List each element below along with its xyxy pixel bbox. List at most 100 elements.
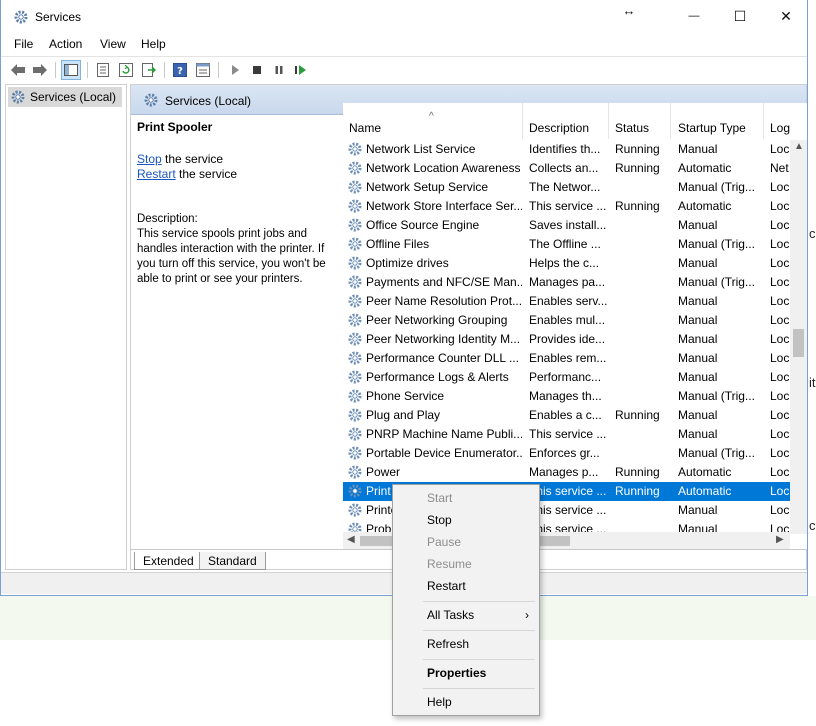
table-row[interactable]: Network List Service Identifies th... Runn… (343, 140, 790, 159)
services-gear-icon (144, 93, 158, 107)
tree-item-services-local[interactable]: Services (Local) (8, 87, 122, 107)
minimize-button[interactable]: — (671, 0, 717, 32)
context-menu-refresh[interactable]: Refresh (393, 633, 539, 655)
start-icon[interactable] (225, 60, 245, 80)
service-description: Collects an... (529, 161, 599, 175)
table-row[interactable]: Peer Networking Grouping Enables mul... Ma… (343, 311, 790, 330)
table-row[interactable]: Network Setup Service The Networ... Manual… (343, 178, 790, 197)
show-tree-icon[interactable] (61, 60, 81, 80)
column-header-log-on-as[interactable]: Log (765, 103, 791, 139)
context-menu-all-tasks[interactable]: All Tasks › (393, 604, 539, 626)
service-description: This service ... (529, 427, 607, 441)
menu-bar: File Action View Help (1, 34, 807, 54)
context-menu-stop[interactable]: Stop (393, 509, 539, 531)
service-description: Manages th... (529, 389, 602, 403)
context-menu-separator (423, 630, 535, 631)
context-menu-properties[interactable]: Properties (393, 662, 539, 684)
scroll-right-icon[interactable]: ▶ (776, 534, 784, 545)
table-row[interactable]: Offline Files The Offline ... Manual (Trig… (343, 235, 790, 254)
context-menu-pause[interactable]: Pause (393, 531, 539, 553)
vertical-scroll-thumb[interactable] (793, 329, 804, 357)
service-log-on-as: Loc (770, 427, 790, 441)
service-log-on-as: Loc (770, 446, 790, 460)
table-row[interactable]: Optimize drives Helps the c... Manual Loc (343, 254, 790, 273)
toolbar-separator (55, 62, 56, 78)
menu-file[interactable]: File (14, 37, 33, 51)
vertical-scrollbar[interactable]: ▲ (790, 140, 807, 534)
toolbar-separator (164, 62, 165, 78)
menu-help[interactable]: Help (141, 37, 166, 51)
table-row[interactable]: Network Location Awareness Collects an...… (343, 159, 790, 178)
service-name: Power (366, 465, 401, 479)
services-list: ^ Name Description Status Startup Type L… (343, 103, 807, 549)
service-description: Manages pa... (529, 275, 606, 289)
properties-icon[interactable] (93, 60, 113, 80)
service-log-on-as: Loc (770, 332, 790, 346)
service-log-on-as: Loc (770, 294, 790, 308)
service-log-on-as: Loc (770, 237, 790, 251)
service-startup-type: Manual (678, 370, 718, 384)
refresh-icon[interactable] (116, 60, 136, 80)
service-description: Provides ide... (529, 332, 606, 346)
table-row[interactable]: Peer Name Resolution Prot... Enables serv… (343, 292, 790, 311)
menu-action[interactable]: Action (49, 37, 82, 51)
back-arrow-icon[interactable] (8, 60, 28, 80)
service-startup-type: Manual (Trig... (678, 275, 755, 289)
context-menu-help[interactable]: Help (393, 691, 539, 713)
menu-view[interactable]: View (100, 37, 126, 51)
service-description: Manages p... (529, 465, 599, 479)
table-row[interactable]: Payments and NFC/SE Man... Manages pa... M… (343, 273, 790, 292)
tab-standard[interactable]: Standard (199, 552, 266, 570)
service-gear-icon (348, 256, 362, 270)
restart-service-link[interactable]: Restart (137, 167, 176, 181)
stop-service-link[interactable]: Stop (137, 152, 162, 166)
service-startup-type: Manual (Trig... (678, 237, 755, 251)
service-log-on-as: Loc (770, 180, 790, 194)
stop-icon[interactable] (247, 60, 267, 80)
context-menu-start[interactable]: Start (393, 487, 539, 509)
context-menu-separator (423, 688, 535, 689)
table-row[interactable]: Peer Networking Identity M... Provides id… (343, 330, 790, 349)
service-gear-icon (348, 484, 362, 498)
service-gear-icon (348, 313, 362, 327)
background-window-strip (0, 596, 392, 640)
service-log-on-as: Loc (770, 218, 790, 232)
table-row[interactable]: Performance Logs & Alerts Performanc... Ma… (343, 368, 790, 387)
table-row[interactable]: Portable Device Enumerator... Enforces gr… (343, 444, 790, 463)
restart-service-line: Restart the service (137, 167, 237, 181)
context-menu-restart[interactable]: Restart (393, 575, 539, 597)
service-description: Enables serv... (529, 294, 607, 308)
column-header-description[interactable]: Description (524, 103, 609, 139)
service-startup-type: Manual (678, 294, 718, 308)
scroll-up-icon[interactable]: ▲ (794, 141, 804, 152)
service-description: Description: This service spools print j… (137, 212, 337, 287)
title-bar[interactable]: Services ↔ — ☐ ✕ (1, 0, 807, 34)
restart-icon[interactable] (291, 60, 311, 80)
pause-icon[interactable] (269, 60, 289, 80)
close-button[interactable]: ✕ (763, 0, 809, 32)
table-row[interactable]: PNRP Machine Name Publi... This service .… (343, 425, 790, 444)
stop-service-suffix: the service (161, 152, 224, 166)
table-row[interactable]: Office Source Engine Saves install... Manu… (343, 216, 790, 235)
export-list-icon[interactable] (139, 60, 159, 80)
column-header-name[interactable]: ^ Name (343, 103, 523, 139)
scroll-left-icon[interactable]: ◀ (347, 534, 355, 545)
background-glyph: ch (809, 518, 816, 533)
view-icon[interactable] (193, 60, 213, 80)
forward-arrow-icon[interactable] (30, 60, 50, 80)
table-row[interactable]: Plug and Play Enables a c... Running Manual… (343, 406, 790, 425)
help-icon[interactable]: ? (170, 60, 190, 80)
context-menu-resume[interactable]: Resume (393, 553, 539, 575)
column-header-startup-type[interactable]: Startup Type (672, 103, 764, 139)
column-header-status[interactable]: Status (610, 103, 671, 139)
service-name: Offline Files (366, 237, 430, 251)
table-row[interactable]: Phone Service Manages th... Manual (Trig..… (343, 387, 790, 406)
table-row[interactable]: Network Store Interface Ser... This servi… (343, 197, 790, 216)
table-row[interactable]: Performance Counter DLL ... Enables rem..… (343, 349, 790, 368)
tab-extended[interactable]: Extended (134, 552, 203, 570)
services-gear-icon (11, 90, 25, 104)
main-pane-title: Services (Local) (165, 94, 252, 108)
table-row[interactable]: Power Manages p... Running Automatic Loc (343, 463, 790, 482)
maximize-button[interactable]: ☐ (717, 0, 763, 32)
service-gear-icon (348, 446, 362, 460)
